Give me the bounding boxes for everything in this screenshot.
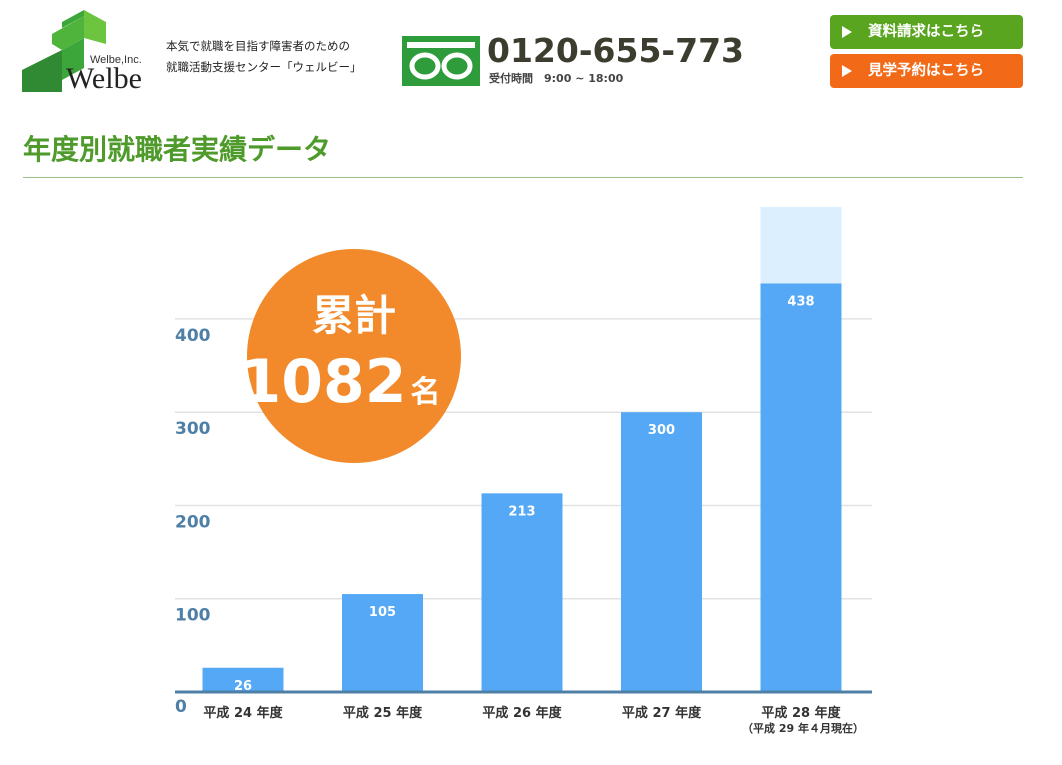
x-category-label: 平成 25 年度 [343, 705, 423, 721]
bar-chart: 累計 1082 名 0 100 200 300 400 26 平成 24 年度 105 平成 25… [175, 207, 872, 735]
bar-data-label: 105 [369, 605, 396, 620]
bar-data-label: 300 [648, 423, 675, 438]
y-tick-label: 300 [175, 419, 211, 439]
bar-data-label: 438 [787, 294, 814, 309]
bar [760, 283, 842, 692]
y-tick-label: 0 [175, 697, 187, 717]
x-category-label: 平成 27 年度 [622, 705, 702, 721]
bar-data-label: 26 [234, 679, 252, 694]
x-category-label: 平成 26 年度 [482, 705, 562, 721]
bar-projection [760, 207, 842, 284]
x-category-label: 平成 24 年度 [203, 705, 283, 721]
bar-data-label: 213 [508, 504, 535, 519]
y-tick-label: 200 [175, 512, 211, 532]
total-badge: 累計 1082 名 [240, 249, 461, 463]
bar [481, 493, 563, 692]
total-badge-label: 累計 [312, 291, 396, 340]
bar [621, 412, 702, 692]
x-category-label: 平成 28 年度 [761, 705, 841, 721]
y-tick-label: 400 [175, 326, 211, 346]
y-tick-label: 100 [175, 606, 211, 626]
x-category-note: （平成 29 年４月現在） [742, 721, 864, 735]
